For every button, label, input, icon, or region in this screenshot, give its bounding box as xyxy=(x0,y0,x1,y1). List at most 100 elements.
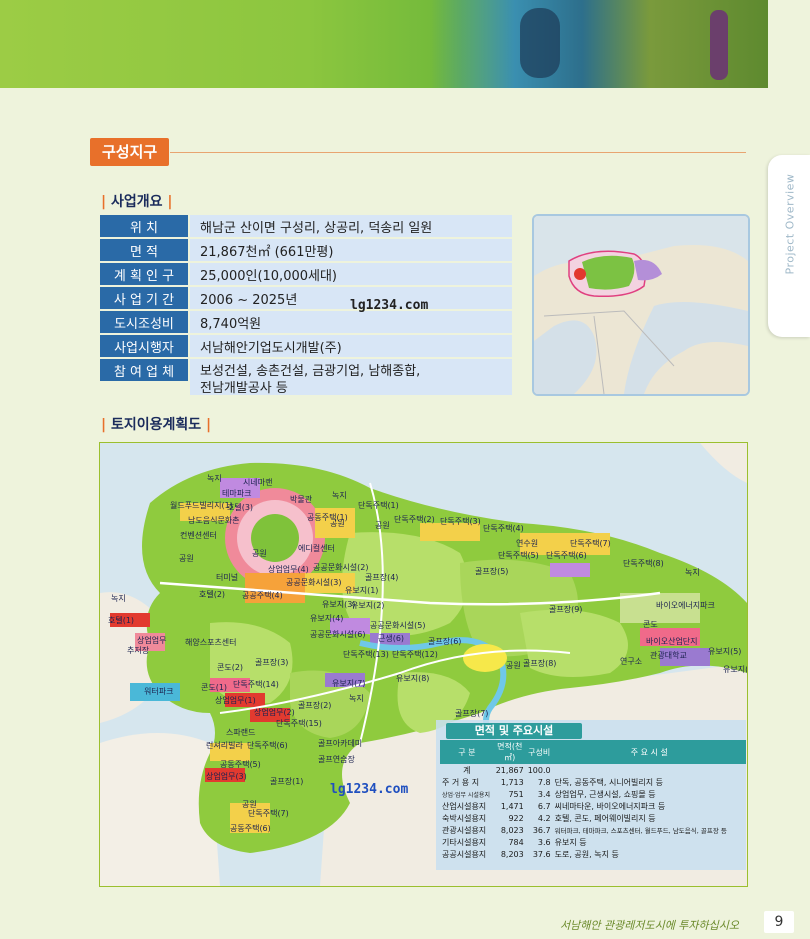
heading-bar-right: | xyxy=(206,417,212,433)
facilities-title: 면적 및 주요시설 xyxy=(446,723,582,739)
map-label: 단독주택(5) xyxy=(498,551,539,560)
overview-value: 해남군 산이면 구성리, 상공리, 덕송리 일원 xyxy=(190,215,512,237)
map-label: 녹지 xyxy=(111,594,126,603)
table-cell: 상업·업무 시설용지 xyxy=(442,791,490,799)
map-label: 공동주택(5) xyxy=(220,760,261,769)
facilities-table-panel: 면적 및 주요시설 구 분 면적(천㎡) 구성비 주 요 시 설 계 21,86… xyxy=(436,720,746,870)
table-cell: 씨네마타운, 바이오에너지파크 등 xyxy=(554,801,666,811)
overview-label: 위 치 xyxy=(100,215,188,237)
overview-label: 면 적 xyxy=(100,239,188,261)
table-cell: 100.0 xyxy=(527,765,551,775)
map-label: 단독주택(4) xyxy=(483,524,524,533)
map-label: 공공문화시설(2) xyxy=(313,563,369,572)
map-label: 단독주택(6) xyxy=(247,741,288,750)
map-label: 상업업무(1) xyxy=(215,696,256,705)
table-row: 산업시설용지 1,471 6.7 씨네마타운, 바이오에너지파크 등 xyxy=(440,800,746,812)
overview-value: 보성건설, 송촌건설, 금광기업, 남해종합, 전남개발공사 등 xyxy=(190,359,512,396)
overview-label: 도시조성비 xyxy=(100,311,188,333)
map-label: 단독주택(7) xyxy=(248,809,289,818)
overview-row: 위 치 해남군 산이면 구성리, 상공리, 덕송리 일원 xyxy=(100,215,512,237)
table-cell: 기타시설용지 xyxy=(442,837,487,847)
table-header: 면적(천㎡) xyxy=(493,740,526,764)
map-label: 공동주택(6) xyxy=(230,824,271,833)
map-label: 스파랜드 xyxy=(226,728,256,737)
overview-row: 사 업 기 간 2006 ~ 2025년 xyxy=(100,287,512,309)
table-header: 주 요 시 설 xyxy=(552,740,746,764)
overview-value: 21,867천㎡ (661만평) xyxy=(190,239,512,261)
map-label: 유보지(7) xyxy=(332,679,366,688)
map-label: 런셔리빌라 xyxy=(206,741,243,750)
map-label: 공원 xyxy=(506,661,521,670)
map-label: 유보지(1) xyxy=(345,586,379,595)
map-label: 공원 xyxy=(375,521,390,530)
table-row: 공공시설용지 8,203 37.6 도로, 공원, 녹지 등 xyxy=(440,848,746,860)
map-label: 골프장(4) xyxy=(365,573,399,582)
map-label: 골프아카데미 xyxy=(318,739,363,748)
location-map xyxy=(532,214,750,396)
map-label: 녹지 xyxy=(349,694,364,703)
map-label: 월드푸드빌리지(1) xyxy=(170,501,233,510)
map-label: 콘도 xyxy=(643,620,658,629)
map-label: 골프장(3) xyxy=(255,658,289,667)
map-label: 녹지 xyxy=(332,491,347,500)
map-label: 호텔(3) xyxy=(227,503,254,512)
map-label: 근생(6) xyxy=(378,634,405,643)
overview-label: 사업시행자 xyxy=(100,335,188,357)
map-label: 골프장(9) xyxy=(549,605,583,614)
table-cell: 유보지 등 xyxy=(554,837,587,847)
overview-row: 참 여 업 체 보성건설, 송촌건설, 금광기업, 남해종합, 전남개발공사 등 xyxy=(100,359,512,396)
table-cell: 3.6 xyxy=(537,837,551,847)
table-cell: 3.4 xyxy=(537,789,551,799)
map-label: 관광대학교 xyxy=(650,651,687,660)
map-label: 유보지(6) xyxy=(723,665,748,674)
overview-value-line1: 보성건설, 송촌건설, 금광기업, 남해종합, xyxy=(200,364,421,379)
overview-value-line2: 전남개발공사 등 xyxy=(200,381,288,396)
map-label: 유보지(8) xyxy=(396,674,430,683)
map-label: 단독주택(13) xyxy=(343,650,389,659)
map-label: 호텔(1) xyxy=(108,616,135,625)
map-label: 골프장(7) xyxy=(455,709,489,718)
table-header: 구 분 xyxy=(440,740,494,764)
table-cell: 751 xyxy=(508,789,524,799)
table-cell: 1,713 xyxy=(500,777,524,787)
table-cell: 8,023 xyxy=(500,825,524,835)
table-row: 관광시설용지 8,023 36.7 워터파크, 테마파크, 스포츠센터, 월드푸… xyxy=(440,824,746,836)
table-cell: 워터파크, 테마파크, 스포츠센터, 월드푸드, 남도음식, 골프장 등 xyxy=(554,827,727,835)
map-label: 공원 xyxy=(179,554,194,563)
map-label: 상업업무(4) xyxy=(268,565,309,574)
watermark: lg1234.com xyxy=(330,782,409,797)
map-label: 시네마랜 xyxy=(243,478,273,487)
map-label: 공원 xyxy=(330,519,345,528)
map-label: 단독주택(6) xyxy=(546,551,587,560)
table-row: 기타시설용지 784 3.6 유보지 등 xyxy=(440,836,746,848)
map-label: 테마파크 xyxy=(222,489,252,498)
map-label: 워터파크 xyxy=(144,687,174,696)
table-cell xyxy=(553,764,746,776)
location-map-graphic xyxy=(534,216,748,394)
map-label: 유보지(4) xyxy=(310,614,344,623)
map-label: 공공문화시설(3) xyxy=(286,578,342,587)
map-label: 단독주택(1) xyxy=(358,501,399,510)
map-label: 골프장(2) xyxy=(298,701,332,710)
table-cell: 계 xyxy=(463,765,471,775)
map-label: 단독주택(14) xyxy=(233,680,279,689)
map-label: 공원 xyxy=(252,549,267,558)
map-label: 단독주택(3) xyxy=(440,517,481,526)
table-header-row: 구 분 면적(천㎡) 구성비 주 요 시 설 xyxy=(440,740,746,764)
overview-label: 계 획 인 구 xyxy=(100,263,188,285)
landuse-plan-map: 녹지 시네마랜 테마파크 박물관 월드푸드빌리지(1) 호텔(3) 녹지 단독주… xyxy=(99,442,748,887)
side-tab-label: Project Overview xyxy=(783,173,797,275)
table-cell: 도로, 공원, 녹지 등 xyxy=(554,849,619,859)
map-label: 공원 xyxy=(242,800,257,809)
map-label: 콘도(1) xyxy=(201,683,228,692)
map-label: 유보지(2) xyxy=(351,601,385,610)
table-row: 숙박시설용지 922 4.2 호텔, 콘도, 페어웨이빌리지 등 xyxy=(440,812,746,824)
table-cell: 36.7 xyxy=(532,825,551,835)
table-row: 계 21,867 100.0 xyxy=(440,764,746,776)
map-label: 박물관 xyxy=(290,495,313,504)
overview-value: 25,000인(10,000세대) xyxy=(190,263,512,285)
map-label: 녹지 xyxy=(207,474,222,483)
map-label: 해양스포츠센터 xyxy=(185,638,237,647)
banner-edge xyxy=(768,0,810,88)
table-cell: 1,471 xyxy=(500,801,524,811)
